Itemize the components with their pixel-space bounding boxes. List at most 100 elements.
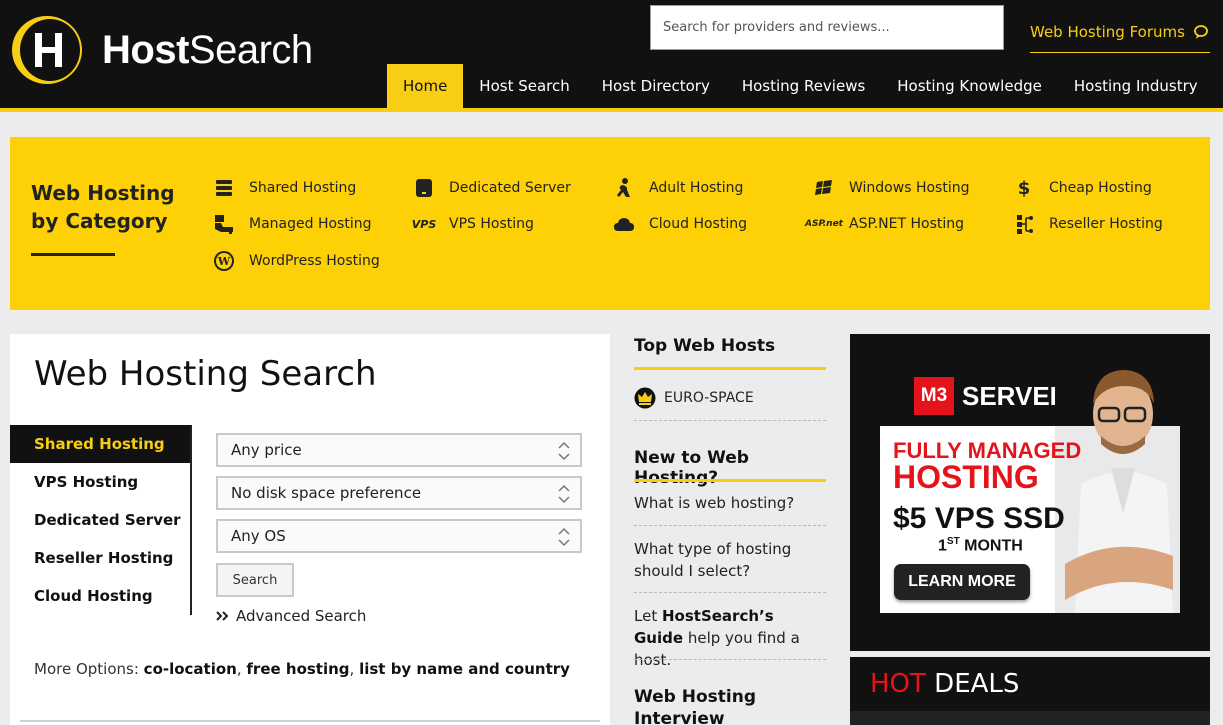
ad-brand-name: SERVER: [962, 380, 1069, 411]
web-hosting-interview-heading: Web Hosting Interview: [634, 687, 757, 725]
ad-container: M3 SERVER FULLY MANAGED HOSTING $5 VPS S…: [850, 334, 1210, 651]
separator: [634, 592, 826, 593]
category-cloud-hosting[interactable]: Cloud Hosting: [611, 212, 747, 236]
category-label: VPS Hosting: [449, 216, 534, 232]
site-logo[interactable]: HostSearch: [10, 14, 313, 86]
select-chevrons-icon: [558, 484, 570, 504]
category-title: Web Hosting by Category: [31, 181, 175, 233]
ad-price-line: $5 VPS SSD: [893, 502, 1065, 535]
svg-text:W: W: [217, 255, 231, 268]
wordpress-icon: W: [211, 249, 237, 273]
top-web-hosts-heading: Top Web Hosts: [634, 336, 776, 356]
co-location-link[interactable]: co-location: [144, 660, 237, 678]
tab-cloud-hosting[interactable]: Cloud Hosting: [10, 577, 190, 615]
speech-bubble-icon: [1194, 24, 1208, 39]
nav-hosting-reviews[interactable]: Hosting Reviews: [726, 64, 881, 108]
hot-deals-box: HOT DEALS: [850, 657, 1210, 725]
list-by-name-link[interactable]: list by name and country: [359, 660, 570, 678]
select-chevrons-icon: [558, 441, 570, 461]
main-nav: Home Host Search Host Directory Hosting …: [387, 64, 1214, 108]
free-hosting-link[interactable]: free hosting: [246, 660, 349, 678]
disk-space-select-value: No disk space preference: [231, 484, 422, 502]
category-label: Reseller Hosting: [1049, 216, 1163, 232]
ad-person-illustration: [1055, 364, 1180, 613]
nav-host-directory[interactable]: Host Directory: [586, 64, 726, 108]
os-select-value: Any OS: [231, 527, 286, 545]
category-label: Shared Hosting: [249, 180, 357, 196]
managed-hand-icon: [211, 212, 237, 236]
nav-home[interactable]: Home: [387, 64, 464, 108]
what-is-web-hosting-link[interactable]: What is web hosting?: [634, 492, 826, 514]
category-band: Web Hosting by Category Shared Hosting M…: [10, 137, 1210, 310]
sidebar-column: Top Web Hosts EURO-SPACE New to Web Host…: [634, 334, 826, 725]
web-hosting-forums-link[interactable]: Web Hosting Forums: [1030, 17, 1210, 53]
adult-figure-icon: [611, 176, 637, 200]
heading-accent-bar: [634, 479, 826, 482]
m3-logo-mark: M3: [914, 377, 954, 415]
hostsearch-guide-link[interactable]: Let HostSearch’s Guide help you find a h…: [634, 605, 826, 671]
category-managed-hosting[interactable]: Managed Hosting: [211, 212, 371, 236]
separator: [634, 525, 826, 526]
ad-headline-line2: HOSTING: [893, 459, 1039, 495]
nav-hosting-industry[interactable]: Hosting Industry: [1058, 64, 1214, 108]
m3-server-ad[interactable]: M3 SERVER FULLY MANAGED HOSTING $5 VPS S…: [880, 364, 1180, 613]
ad-learn-more-button[interactable]: LEARN MORE: [894, 564, 1030, 600]
tab-reseller-hosting[interactable]: Reseller Hosting: [10, 539, 190, 577]
top-host-euro-space[interactable]: EURO-SPACE: [634, 387, 754, 409]
disk-space-select[interactable]: No disk space preference: [216, 476, 582, 510]
double-chevron-right-icon: [216, 611, 229, 621]
new-to-hosting-heading: New to Web Hosting?: [634, 448, 749, 488]
price-select[interactable]: Any price: [216, 433, 582, 467]
header-accent-bar: [0, 108, 1223, 112]
top-host-name: EURO-SPACE: [664, 390, 754, 406]
category-windows-hosting[interactable]: Windows Hosting: [811, 176, 969, 200]
more-options: More Options: co-location, free hosting,…: [34, 660, 570, 678]
dedicated-server-icon: [411, 176, 437, 200]
category-label: Dedicated Server: [449, 180, 571, 196]
separator: [634, 420, 826, 421]
more-options-label: More Options:: [34, 660, 139, 678]
category-title-underline: [31, 253, 115, 256]
tab-vps-hosting[interactable]: VPS Hosting: [10, 463, 190, 501]
site-search-box[interactable]: [650, 5, 1004, 50]
category-shared-hosting[interactable]: Shared Hosting: [211, 176, 356, 200]
nav-hosting-knowledge[interactable]: Hosting Knowledge: [881, 64, 1058, 108]
search-button[interactable]: Search: [216, 563, 294, 597]
hot-deals-title: HOT DEALS: [870, 669, 1020, 699]
category-label: Windows Hosting: [849, 180, 970, 196]
server-stack-icon: [211, 176, 237, 200]
vps-icon: VPS: [411, 217, 437, 231]
forums-link-label: Web Hosting Forums: [1030, 22, 1185, 41]
category-aspnet-hosting[interactable]: ASP.net ASP.NET Hosting: [805, 212, 964, 236]
category-cheap-hosting[interactable]: $ Cheap Hosting: [1011, 176, 1152, 200]
nav-host-search[interactable]: Host Search: [463, 64, 585, 108]
panel-title: Web Hosting Search: [34, 354, 377, 394]
category-label: Managed Hosting: [249, 216, 372, 232]
category-wordpress-hosting[interactable]: W WordPress Hosting: [211, 249, 380, 273]
advanced-search-label: Advanced Search: [236, 607, 367, 625]
site-search-input[interactable]: [663, 20, 1003, 35]
separator: [634, 659, 826, 660]
category-vps-hosting[interactable]: VPS VPS Hosting: [411, 212, 534, 236]
aspnet-icon: ASP.net: [805, 218, 843, 229]
heading-accent-bar: [634, 367, 826, 370]
reseller-network-icon: [1011, 212, 1037, 236]
web-hosting-search-panel: Web Hosting Search Shared Hosting VPS Ho…: [10, 334, 610, 725]
ad-first-month-line: 1ST MONTH: [938, 536, 1023, 555]
panel-divider: [20, 720, 600, 722]
dollar-icon: $: [1017, 177, 1031, 199]
tab-dedicated-server[interactable]: Dedicated Server: [10, 501, 190, 539]
category-dedicated-server[interactable]: Dedicated Server: [411, 176, 571, 200]
advanced-search-link[interactable]: Advanced Search: [216, 606, 366, 626]
category-reseller-hosting[interactable]: Reseller Hosting: [1011, 212, 1163, 236]
crown-icon: [634, 387, 656, 409]
windows-icon: [811, 176, 837, 200]
hot-deals-list-strip: [850, 711, 1210, 725]
logo-wordmark: HostSearch: [102, 27, 313, 72]
category-adult-hosting[interactable]: Adult Hosting: [611, 176, 743, 200]
category-label: Cheap Hosting: [1049, 180, 1152, 196]
os-select[interactable]: Any OS: [216, 519, 582, 553]
logo-mark-icon: [12, 16, 82, 84]
what-type-of-hosting-link[interactable]: What type of hosting should I select?: [634, 538, 826, 582]
tab-shared-hosting[interactable]: Shared Hosting: [10, 425, 190, 463]
